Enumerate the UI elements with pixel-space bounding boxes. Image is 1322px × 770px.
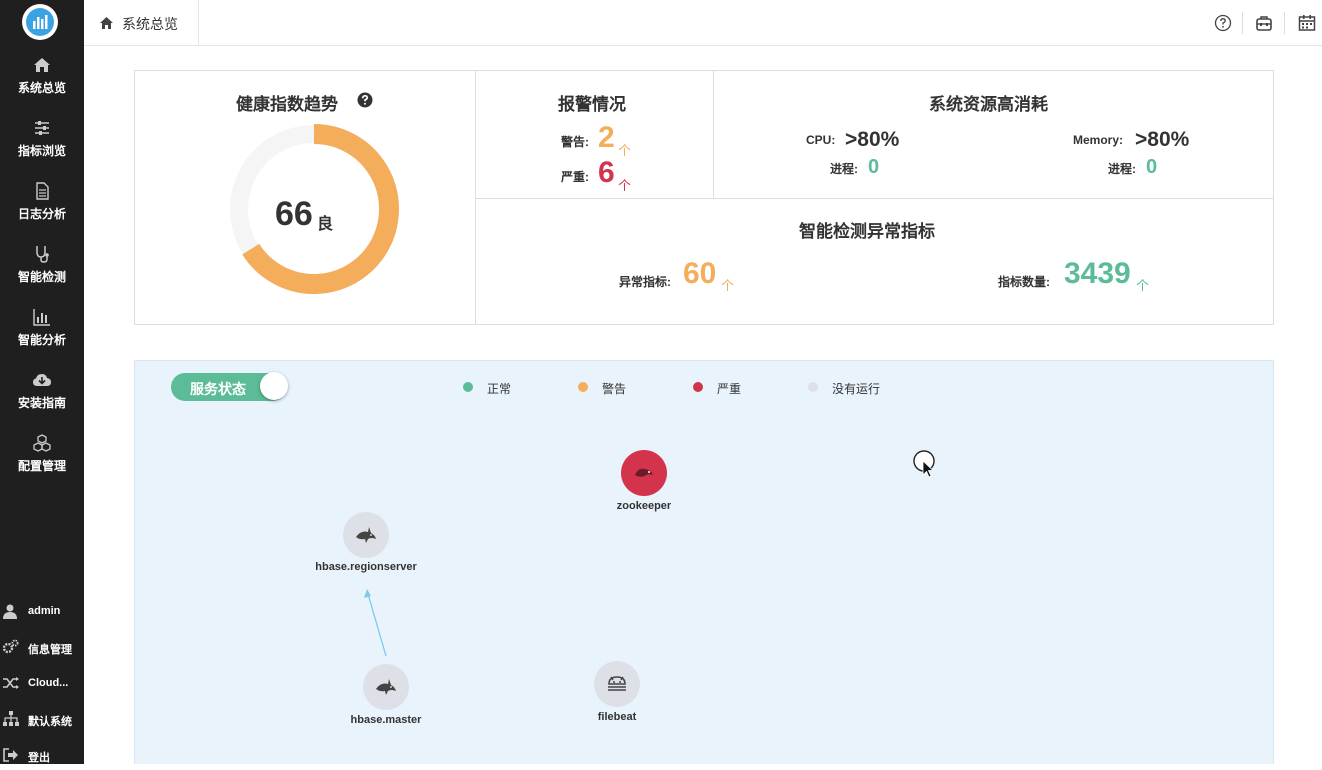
toolbar-divider <box>1242 12 1243 34</box>
sidebar-item-cloud[interactable]: Cloud... <box>0 668 84 698</box>
sidebar-item-default-system[interactable]: 默认系统 <box>0 704 84 734</box>
stethoscope-icon <box>36 246 49 263</box>
memory-value: >80% <box>1135 128 1190 151</box>
sidebar-bottom-label: admin <box>28 605 61 617</box>
sidebar-item-analysis[interactable]: 智能分析 <box>0 308 84 371</box>
sidebar-item-label: 日志分析 <box>17 207 66 221</box>
question-circle-icon[interactable] <box>357 92 373 108</box>
warning-count: 2 <box>598 121 615 154</box>
warning-label: 警告: <box>561 135 589 149</box>
sidebar-item-overview[interactable]: 系统总览 <box>0 56 84 119</box>
cpu-value: >80% <box>845 128 900 151</box>
summary-panel: 健康指数趋势 66 良 报警情况 警告: 2 个 严重: 6 个 系统资源高消耗… <box>134 70 1274 325</box>
toolbar-divider <box>1284 12 1285 34</box>
cpu-process-count: 0 <box>868 156 880 178</box>
gears-icon <box>2 639 19 654</box>
health-grade: 良 <box>317 216 334 233</box>
sidebar-bottom-label: 登出 <box>28 752 50 764</box>
edge-master-regionserver <box>367 593 387 657</box>
health-card: 健康指数趋势 66 良 <box>135 71 476 324</box>
sidebar-user-admin[interactable]: admin <box>0 596 84 626</box>
orca-icon <box>376 679 396 695</box>
bar-chart-icon <box>33 309 50 326</box>
sliders-icon <box>35 121 49 135</box>
sidebar-item-label: 智能分析 <box>17 333 66 347</box>
breadcrumb-label: 系统总览 <box>122 16 178 32</box>
node-zookeeper[interactable] <box>621 450 667 496</box>
cubes-icon <box>33 434 51 452</box>
logout-icon <box>3 748 18 762</box>
health-gauge <box>230 124 399 294</box>
cpu-label: CPU: <box>806 133 836 147</box>
breadcrumb[interactable]: 系统总览 <box>84 0 199 45</box>
sidebar: 系统总览 指标浏览 日志分析 智能检测 智能分析 安装指南 配置管理 admin… <box>0 0 84 764</box>
total-unit: 个 <box>1136 278 1150 293</box>
critical-label: 严重: <box>561 170 589 184</box>
zookeeper-icon <box>635 468 653 477</box>
total-label: 指标数量: <box>998 275 1050 289</box>
abnormal-count: 60 <box>683 257 717 290</box>
toolbox-icon[interactable] <box>1254 13 1274 33</box>
sidebar-bottom-label: 默认系统 <box>28 716 72 728</box>
app-logo[interactable] <box>22 4 58 40</box>
topology-edges <box>364 589 387 657</box>
sidebar-item-metrics[interactable]: 指标浏览 <box>0 119 84 182</box>
total-count: 3439 <box>1064 257 1131 290</box>
health-score: 66 <box>275 195 313 233</box>
user-icon <box>3 604 17 619</box>
alarm-card: 报警情况 警告: 2 个 严重: 6 个 <box>476 71 714 199</box>
sidebar-item-label: 智能检测 <box>17 270 66 284</box>
resource-title: 系统资源高消耗 <box>929 95 1048 114</box>
sidebar-item-logs[interactable]: 日志分析 <box>0 182 84 245</box>
abnormal-label: 异常指标: <box>619 275 671 289</box>
node-filebeat[interactable] <box>594 661 640 707</box>
node-label: hbase.master <box>350 714 422 726</box>
sidebar-item-detection[interactable]: 智能检测 <box>0 245 84 308</box>
android-icon <box>608 676 626 691</box>
calendar-icon[interactable] <box>1297 13 1317 33</box>
node-hbase-regionserver[interactable] <box>343 512 389 558</box>
sidebar-item-info-management[interactable]: 信息管理 <box>0 632 84 662</box>
sidebar-item-label: 安装指南 <box>17 396 66 410</box>
sidebar-item-config[interactable]: 配置管理 <box>0 434 84 497</box>
top-bar: 系统总览 <box>84 0 1322 46</box>
help-icon[interactable] <box>1213 13 1233 33</box>
sitemap-icon <box>3 711 19 726</box>
warning-unit: 个 <box>618 143 632 158</box>
node-label: filebeat <box>597 711 637 723</box>
alarm-title: 报警情况 <box>558 95 626 114</box>
critical-count: 6 <box>598 156 615 189</box>
node-label: hbase.regionserver <box>315 561 417 573</box>
home-icon <box>34 58 50 72</box>
logo-icon <box>26 8 54 36</box>
abnormal-unit: 个 <box>721 278 735 293</box>
node-hbase-master[interactable] <box>363 664 409 710</box>
sidebar-item-label: 系统总览 <box>17 81 66 95</box>
sidebar-bottom-label: 信息管理 <box>28 644 72 656</box>
memory-process-count: 0 <box>1146 156 1158 178</box>
cpu-process-label: 进程: <box>830 162 858 176</box>
edge-arrowhead <box>364 589 371 598</box>
sidebar-item-logout[interactable]: 登出 <box>0 740 84 770</box>
memory-process-label: 进程: <box>1108 162 1136 176</box>
orca-icon <box>356 527 376 543</box>
resource-card: 系统资源高消耗 CPU: >80% 进程: 0 Memory: >80% 进程:… <box>714 71 1273 199</box>
home-icon <box>100 17 113 29</box>
sidebar-item-install[interactable]: 安装指南 <box>0 371 84 434</box>
mouse-cursor-icon <box>913 450 935 478</box>
cloud-download-icon <box>33 374 51 386</box>
node-label: zookeeper <box>616 500 672 512</box>
shuffle-icon <box>3 677 19 689</box>
document-icon <box>36 182 49 200</box>
health-title: 健康指数趋势 <box>236 95 338 114</box>
sidebar-item-label: 配置管理 <box>17 459 66 473</box>
anomaly-card: 智能检测异常指标 异常指标: 60 个 指标数量: 3439 个 <box>476 199 1273 324</box>
sidebar-item-label: 指标浏览 <box>17 144 66 158</box>
sidebar-bottom-label: Cloud... <box>28 677 69 689</box>
anomaly-title: 智能检测异常指标 <box>799 222 935 241</box>
memory-label: Memory: <box>1073 133 1124 147</box>
service-topology[interactable]: 服务状态 正常 警告 严重 没有运行 zookeeper hbase.regio… <box>134 360 1274 764</box>
critical-unit: 个 <box>618 178 632 193</box>
